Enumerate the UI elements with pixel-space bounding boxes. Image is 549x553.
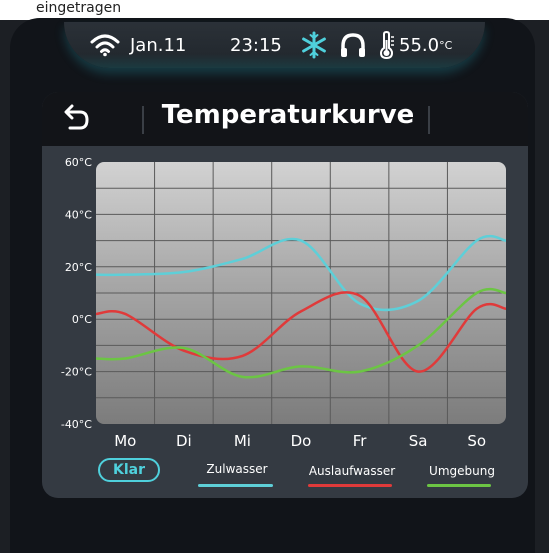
y-tick-label: -20°C [61, 366, 92, 379]
clear-button[interactable]: Klar [98, 458, 160, 482]
x-tick-label: Di [176, 432, 192, 450]
status-temperature: 55.0 °C [399, 32, 452, 58]
legend-label-auslaufwasser: Auslaufwasser [308, 464, 396, 478]
y-tick-label: 40°C [65, 208, 92, 221]
legend-label-umgebung: Umgebung [429, 464, 495, 478]
y-tick-label: 20°C [65, 261, 92, 274]
snowflake-icon [300, 31, 328, 59]
temperature-chart: 60°C 40°C 20°C 0°C -20°C -40°C Mo Di Mi Do Fr Sa So [61, 156, 506, 450]
x-tick-label: Mi [234, 432, 251, 450]
x-tick-label: Fr [353, 432, 368, 450]
x-tick-label: Sa [409, 432, 428, 450]
legend-line-auslaufwasser [308, 484, 392, 487]
legend-label-zulwasser: Zulwasser [206, 462, 268, 476]
status-bar: Jan.11 23:15 55.0 °C [64, 22, 485, 68]
legend-line-umgebung [427, 484, 491, 487]
status-date: Jan.11 [130, 34, 187, 56]
temperature-curve-card: Temperaturkurve 60°C 40°C 20°C 0°C -20°C -40°… [42, 92, 528, 498]
x-tick-label: Do [291, 432, 312, 450]
status-temperature-unit: °C [439, 38, 453, 52]
x-tick-label: So [467, 432, 486, 450]
status-temperature-value: 55.0 [399, 34, 440, 56]
x-tick-label: Mo [114, 432, 136, 450]
wifi-icon [90, 32, 120, 58]
thermometer-icon [377, 31, 397, 59]
top-stub-text: eingetragen [36, 0, 122, 16]
legend-line-zulwasser [198, 484, 273, 487]
y-tick-label: 60°C [65, 156, 92, 169]
y-tick-label: -40°C [61, 418, 92, 431]
headphones-icon [339, 32, 367, 58]
y-tick-label: 0°C [72, 313, 92, 326]
status-time: 23:15 [230, 34, 282, 56]
